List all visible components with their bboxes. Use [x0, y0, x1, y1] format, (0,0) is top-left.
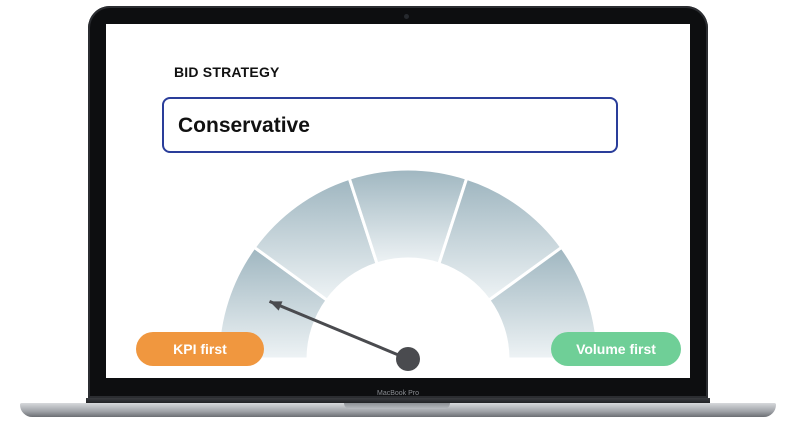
strategy-gauge [216, 167, 600, 371]
needle-hub [396, 347, 420, 371]
gauge-segments [216, 167, 600, 361]
kpi-first-button[interactable]: KPI first [136, 332, 264, 366]
laptop-screen: BID STRATEGY Conservative KPI first Volu… [106, 24, 690, 378]
laptop-mockup: BID STRATEGY Conservative KPI first Volu… [0, 0, 794, 430]
laptop-notch [344, 403, 450, 409]
volume-first-button[interactable]: Volume first [551, 332, 681, 366]
camera-icon [404, 14, 409, 19]
brand-label: MacBook Pro [376, 390, 420, 397]
